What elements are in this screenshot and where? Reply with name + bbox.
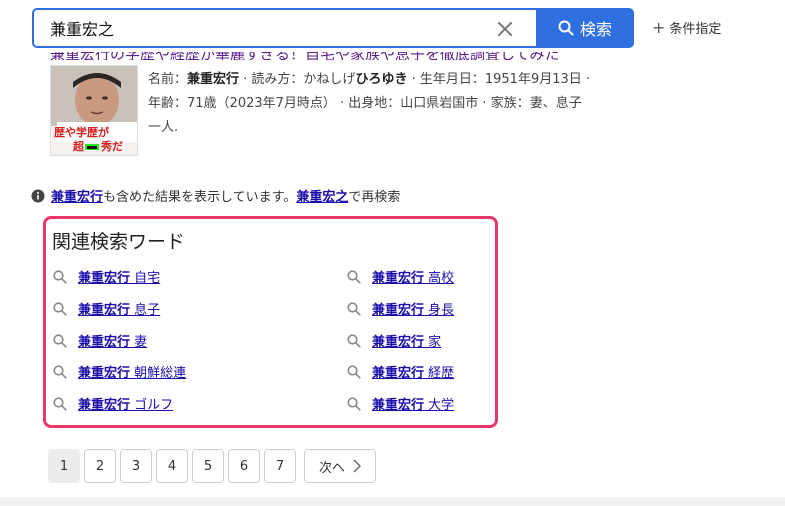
search-icon [347,364,361,379]
related-item-suffix: 自宅 [130,271,161,286]
related-item-suffix: 身長 [424,303,455,318]
plus-icon: + [652,18,666,37]
search-icon [53,396,67,411]
related-item[interactable]: 兼重宏行 家 [347,331,441,350]
page-5[interactable]: 5 [192,449,224,483]
related-item-term: 兼重宏行 [372,271,425,286]
snippet-birth: · 生年月日：1951年9月13日 · [411,72,591,87]
search-icon [53,364,67,379]
search-icon [347,396,361,411]
result-snippet: 名前：兼重宏行 · 読み方：かねしげひろゆき · 生年月日：1951年9月13日… [148,68,613,140]
svg-text:超: 超 [72,139,85,153]
snippet-age: 年齢：71歳（2023年7月時点） · 出身地：山口県岩国市 · 家族：妻、息子 [148,96,582,111]
search-icon [347,301,361,316]
related-item[interactable]: 兼重宏行 自宅 [53,267,160,286]
info-icon [31,189,45,202]
search-button-label: 検索 [579,20,612,39]
notice-text: も含めた結果を表示しています。 [103,190,297,205]
related-item-term: 兼重宏行 [372,366,425,381]
related-item-term: 兼重宏行 [78,303,131,318]
related-searches-box: 関連検索ワード 兼重宏行 自宅 兼重宏行 息子 兼重宏行 妻 兼重宏行 朝鮮総連… [43,216,498,428]
search-conditions-link[interactable]: + 条件指定 [652,18,722,38]
search-icon [558,20,574,36]
related-item[interactable]: 兼重宏行 高校 [347,267,454,286]
page-7[interactable]: 7 [264,449,296,483]
related-item[interactable]: 兼重宏行 ゴルフ [53,394,173,413]
related-item[interactable]: 兼重宏行 朝鮮総連 [53,362,186,381]
related-item[interactable]: 兼重宏行 息子 [53,299,160,318]
search-icon [53,333,67,348]
related-item-term: 兼重宏行 [372,335,425,350]
related-item[interactable]: 兼重宏行 身長 [347,299,454,318]
svg-text:秀だ: 秀だ [100,139,123,153]
related-item[interactable]: 兼重宏行 経歴 [347,362,454,381]
related-item-suffix: 朝鮮総連 [130,366,187,381]
search-bar: 検索 [32,8,634,48]
related-item-suffix: 息子 [130,303,161,318]
related-searches-title: 関連検索ワード [52,231,186,253]
search-icon [53,301,67,316]
search-button[interactable]: 検索 [536,8,634,48]
corrected-term-link[interactable]: 兼重宏行 [51,186,103,205]
chevron-right-icon [353,459,361,473]
related-item-term: 兼重宏行 [78,366,131,381]
result-title-cutoff[interactable]: 兼重宏行の学歴や経歴が華麗すぎる！自宅や家族や息子を徹底調査してみた [50,52,576,60]
snippet-reading: ひろゆき [355,72,408,87]
related-item-suffix: 家 [424,335,442,350]
snippet-tail: 一人. [148,120,179,135]
page-2[interactable]: 2 [84,449,116,483]
related-item-suffix: 大学 [424,398,455,413]
notice-suffix: で再検索 [348,190,401,205]
related-item-suffix: ゴルフ [130,398,174,413]
related-item-suffix: 経歴 [424,366,455,381]
snippet-name: 兼重宏行 [187,72,240,87]
search-icon [53,269,67,284]
related-item-term: 兼重宏行 [78,335,131,350]
related-item-term: 兼重宏行 [78,398,131,413]
spelling-notice: 兼重宏行 も含めた結果を表示しています。 兼重宏之 で再検索 [31,186,400,205]
page-4[interactable]: 4 [156,449,188,483]
original-term-link[interactable]: 兼重宏之 [296,186,348,205]
snippet-reading-label: · 読み方：かねしげ [243,72,356,87]
page-1: 1 [48,449,80,483]
pagination: 1 2 3 4 5 6 7 次へ [48,449,376,483]
related-item-suffix: 妻 [130,335,148,350]
search-icon [347,269,361,284]
result-thumbnail[interactable]: 歴や学歴が 超 秀だ [50,65,138,156]
related-item-term: 兼重宏行 [372,303,425,318]
page-6[interactable]: 6 [228,449,260,483]
related-item-suffix: 高校 [424,271,455,286]
next-page-button[interactable]: 次へ [304,449,376,483]
related-item[interactable]: 兼重宏行 妻 [53,331,147,350]
related-item-term: 兼重宏行 [78,271,131,286]
search-icon [347,333,361,348]
footer-divider [0,497,785,506]
search-conditions-label: 条件指定 [669,22,722,37]
related-item[interactable]: 兼重宏行 大学 [347,394,454,413]
search-input[interactable] [34,10,504,46]
snippet-name-label: 名前： [148,72,188,87]
page-3[interactable]: 3 [120,449,152,483]
related-item-term: 兼重宏行 [372,398,425,413]
clear-icon[interactable] [494,18,516,40]
next-page-label: 次へ [318,460,345,476]
svg-text:歴や学歴が: 歴や学歴が [54,125,109,139]
